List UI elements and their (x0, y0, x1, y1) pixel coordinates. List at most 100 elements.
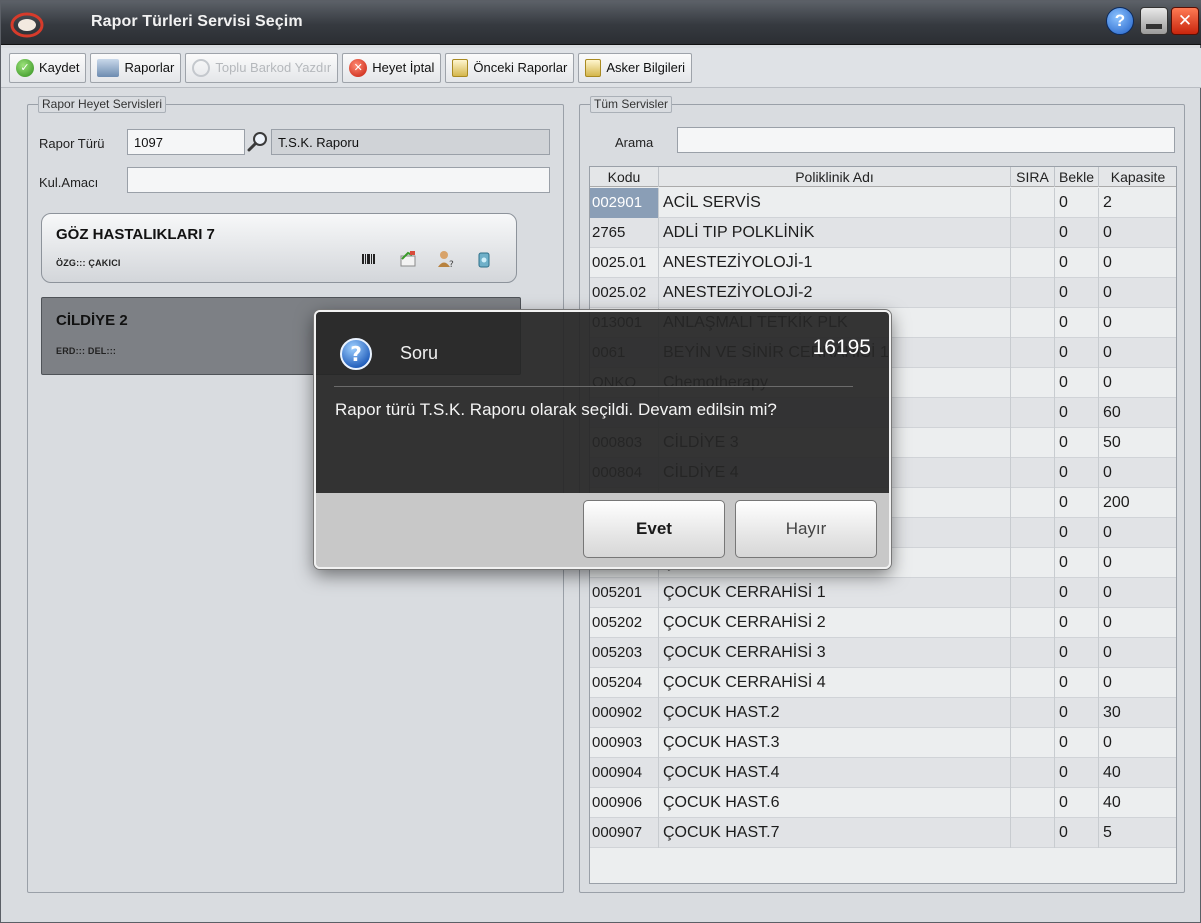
svg-text:?: ? (350, 342, 362, 366)
x-circle-icon: ✕ (349, 58, 368, 77)
help-icon[interactable]: ? (1106, 7, 1134, 35)
cell-order (1011, 548, 1055, 578)
table-row[interactable]: 000907 ÇOCUK HAST.7 0 5 (590, 818, 1176, 848)
document-icon (452, 58, 469, 77)
table-row[interactable]: 005201 ÇOCUK CERRAHİSİ 1 00 (590, 578, 1176, 608)
previous-reports-button[interactable]: Önceki Raporlar (445, 52, 575, 83)
minimize-icon[interactable] (1140, 7, 1168, 35)
save-button-label: Kaydet (39, 60, 80, 75)
cell-capacity: 50 (1099, 428, 1176, 458)
cell-order (1011, 488, 1055, 518)
bulk-barcode-print-label: Toplu Barkod Yazdır (215, 60, 332, 75)
cell-waiting: 0 (1055, 308, 1099, 338)
column-header-waiting[interactable]: Bekle (1055, 167, 1099, 187)
cell-order (1011, 788, 1055, 818)
usage-purpose-label: Kul.Amacı (39, 175, 99, 190)
table-row[interactable]: 2765 ADLİ TIP POLKLİNİK 0 0 (590, 218, 1176, 248)
column-header-capacity[interactable]: Kapasite (1099, 167, 1176, 187)
dialog-message: Rapor türü T.S.K. Raporu olarak seçildi.… (335, 400, 777, 419)
table-row[interactable]: 000903 ÇOCUK HAST.3 0 0 (590, 728, 1176, 758)
cell-waiting: 0 (1055, 638, 1099, 668)
bulk-barcode-print-button[interactable]: Toplu Barkod Yazdır (185, 52, 339, 83)
cell-clinic-name: ACİL SERVİS (659, 188, 1011, 218)
cell-capacity: 60 (1099, 398, 1176, 428)
column-header-clinic-name[interactable]: Poliklinik Adı (659, 167, 1011, 187)
cell-clinic-name: ÇOCUK HAST.7 (659, 818, 1011, 848)
report-type-code-input[interactable]: 1097 (127, 129, 245, 155)
cell-clinic-name: ÇOCUK HAST.4 (659, 758, 1011, 788)
cell-waiting: 0 (1055, 668, 1099, 698)
dialog-divider (334, 386, 853, 387)
app-logo-icon (10, 12, 44, 38)
service-card[interactable]: GÖZ HASTALIKLARI 7 ÖZG::: ÇAKICI ? (41, 213, 517, 283)
table-row[interactable]: 005204 ÇOCUK CERRAHİSİ 4 00 (590, 668, 1176, 698)
cell-capacity: 0 (1099, 278, 1176, 308)
cell-capacity: 0 (1099, 518, 1176, 548)
cancel-board-button[interactable]: ✕ Heyet İptal (342, 52, 442, 83)
cell-waiting: 0 (1055, 338, 1099, 368)
cell-capacity: 30 (1099, 698, 1176, 728)
table-row[interactable]: 005203 ÇOCUK CERRAHİSİ 3 00 (590, 638, 1176, 668)
question-icon: ? (340, 338, 372, 370)
search-icon[interactable] (247, 131, 269, 153)
cell-waiting: 0 (1055, 188, 1099, 218)
cell-waiting: 0 (1055, 518, 1099, 548)
dialog-title: Soru (400, 343, 439, 363)
reports-button[interactable]: Raporlar (90, 52, 182, 83)
cell-capacity: 0 (1099, 458, 1176, 488)
table-row[interactable]: 000904 ÇOCUK HAST.4 0 40 (590, 758, 1176, 788)
confirm-dialog: ? Soru 16195 Rapor türü T.S.K. Raporu ol… (314, 310, 891, 569)
barcode-icon[interactable] (360, 250, 380, 268)
no-button[interactable]: Hayır (735, 500, 877, 558)
soldier-info-button[interactable]: Asker Bilgileri (578, 52, 693, 83)
cell-capacity: 2 (1099, 188, 1176, 218)
cell-clinic-name: ÇOCUK HAST.3 (659, 728, 1011, 758)
cell-clinic-name: ÇOCUK CERRAHİSİ 2 (659, 608, 1011, 638)
cell-order (1011, 398, 1055, 428)
cell-order (1011, 668, 1055, 698)
cell-waiting: 0 (1055, 428, 1099, 458)
column-header-order[interactable]: SIRA (1011, 167, 1055, 187)
table-row[interactable]: 0025.02 ANESTEZİYOLOJİ-2 0 0 (590, 278, 1176, 308)
cell-waiting: 0 (1055, 758, 1099, 788)
svg-text:?: ? (449, 260, 454, 268)
close-icon[interactable]: ✕ (1171, 7, 1199, 35)
cell-waiting: 0 (1055, 398, 1099, 428)
report-type-name-field: T.S.K. Raporu (271, 129, 550, 155)
cancel-board-label: Heyet İptal (372, 60, 435, 75)
cell-code: 0025.01 (590, 248, 659, 278)
cell-waiting: 0 (1055, 218, 1099, 248)
table-row[interactable]: 000902 ÇOCUK HAST.2 0 30 (590, 698, 1176, 728)
cell-order (1011, 728, 1055, 758)
table-row[interactable]: 000906 ÇOCUK HAST.6 0 40 (590, 788, 1176, 818)
window-title: Rapor Türleri Servisi Seçim (91, 13, 303, 30)
cell-code: 002901 (590, 188, 659, 218)
yes-button[interactable]: Evet (583, 500, 725, 558)
dialog-code: 16195 (812, 336, 871, 359)
save-button[interactable]: ✓ Kaydet (9, 52, 87, 83)
table-row[interactable]: 005202 ÇOCUK CERRAHİSİ 2 00 (590, 608, 1176, 638)
cell-capacity: 40 (1099, 758, 1176, 788)
service-card-doctor: ERD::: DEL::: (56, 346, 117, 356)
cell-capacity: 0 (1099, 308, 1176, 338)
cell-capacity: 0 (1099, 368, 1176, 398)
cell-waiting: 0 (1055, 458, 1099, 488)
service-card-title: GÖZ HASTALIKLARI 7 (56, 226, 215, 243)
cell-waiting: 0 (1055, 278, 1099, 308)
search-input[interactable] (677, 127, 1175, 153)
column-header-code[interactable]: Kodu (590, 167, 659, 187)
table-row[interactable]: 002901 ACİL SERVİS 0 2 (590, 188, 1176, 218)
cell-order (1011, 338, 1055, 368)
cell-order (1011, 758, 1055, 788)
cell-order (1011, 638, 1055, 668)
user-help-icon[interactable]: ? (436, 250, 456, 268)
cell-code: 005201 (590, 578, 659, 608)
cell-order (1011, 698, 1055, 728)
cell-code: 000903 (590, 728, 659, 758)
search-label: Arama (615, 135, 654, 150)
edit-document-icon[interactable] (398, 250, 418, 268)
usage-purpose-input[interactable] (127, 167, 550, 193)
recycle-bin-icon[interactable] (474, 250, 494, 268)
cell-order (1011, 278, 1055, 308)
table-row[interactable]: 0025.01 ANESTEZİYOLOJİ-1 0 0 (590, 248, 1176, 278)
